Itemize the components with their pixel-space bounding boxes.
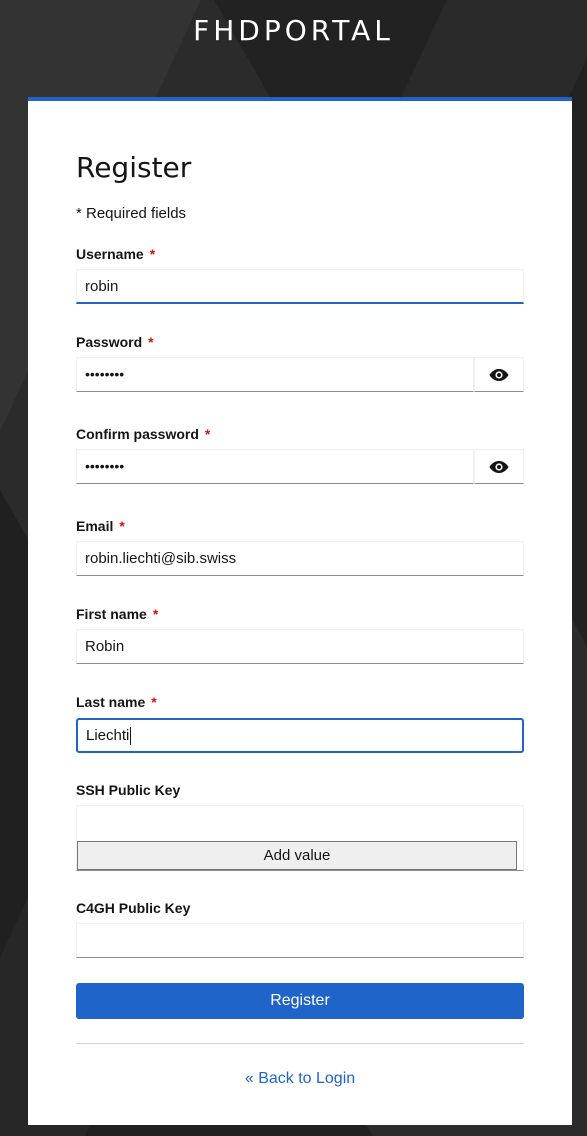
last-name-label: Last name *	[76, 694, 524, 710]
required-marker: *	[151, 694, 157, 710]
first-name-label-text: First name	[76, 606, 147, 622]
username-label: Username *	[76, 246, 524, 262]
required-marker: *	[148, 334, 154, 350]
divider	[76, 1043, 524, 1044]
password-group: ••••••••	[76, 357, 524, 392]
last-name-value: Liechti	[86, 727, 130, 744]
confirm-password-toggle-button[interactable]	[474, 449, 524, 484]
email-label: Email *	[76, 518, 524, 534]
register-button[interactable]: Register	[76, 983, 524, 1019]
email-input[interactable]: robin.liechti@sib.swiss	[76, 541, 524, 576]
required-marker: *	[119, 518, 125, 534]
required-marker: *	[149, 246, 156, 262]
password-input[interactable]: ••••••••	[76, 357, 474, 392]
confirm-password-input[interactable]: ••••••••	[76, 449, 474, 484]
last-name-label-text: Last name	[76, 694, 146, 710]
back-to-login-link[interactable]: « Back to Login	[76, 1070, 524, 1088]
c4gh-public-key-input[interactable]	[76, 923, 524, 958]
eye-icon	[489, 460, 509, 473]
required-marker: *	[152, 606, 159, 622]
ssh-public-key-field[interactable]: Add value	[76, 805, 524, 871]
c4gh-public-key-label: C4GH Public Key	[76, 900, 191, 916]
email-label-text: Email	[76, 518, 114, 534]
page-title: Register	[76, 151, 192, 184]
username-label-text: Username	[76, 246, 144, 262]
ssh-public-key-label: SSH Public Key	[76, 782, 181, 798]
required-marker: *	[204, 426, 211, 442]
eye-icon	[489, 368, 509, 381]
text-caret	[130, 727, 132, 746]
add-value-button[interactable]: Add value	[77, 841, 517, 870]
confirm-password-label-text: Confirm password	[76, 426, 199, 442]
confirm-password-label: Confirm password *	[76, 426, 524, 442]
first-name-label: First name *	[76, 606, 524, 622]
confirm-password-group: ••••••••	[76, 449, 524, 484]
first-name-input[interactable]: Robin	[76, 629, 524, 664]
username-input[interactable]: robin	[76, 269, 524, 304]
last-name-input[interactable]: Liechti	[76, 718, 524, 753]
password-label: Password *	[76, 334, 524, 350]
password-label-text: Password	[76, 334, 143, 350]
register-card: Register * Required fields Username * rob…	[28, 97, 572, 1125]
required-note: * Required fields	[76, 205, 187, 222]
brand-title: FHDPORTAL	[193, 14, 394, 47]
password-toggle-button[interactable]	[474, 357, 524, 392]
